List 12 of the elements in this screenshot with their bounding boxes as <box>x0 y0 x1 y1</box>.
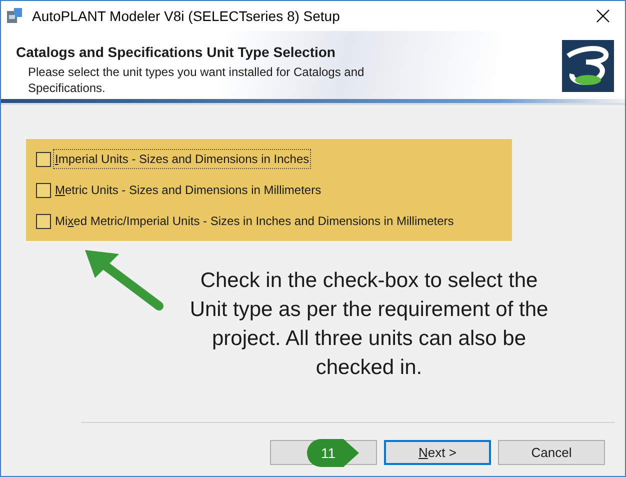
dialog-button[interactable]: Cancel <box>498 440 605 465</box>
close-icon <box>596 9 610 23</box>
unit-checkbox[interactable]: Imperial Units - Sizes and Dimensions in Inches <box>36 150 502 168</box>
logo-icon <box>562 40 614 92</box>
dialog-button[interactable]: Next > <box>384 440 491 465</box>
unit-checkbox[interactable]: Metric Units - Sizes and Dimensions in Millimeters <box>36 181 502 199</box>
installer-icon <box>6 7 24 25</box>
annotation-text: Check in the check-box to select the Unit type as per the requirement of the project. All three units can also be checked in. <box>188 268 550 381</box>
unit-checkbox[interactable]: Mixed Metric/Imperial Units - Sizes in Inches and Dimensions in Millimeters <box>36 212 502 230</box>
page-title: Catalogs and Specifications Unit Type Selection <box>16 43 336 62</box>
window-title: AutoPLANT Modeler V8i (SELECTseries 8) Setup <box>32 6 340 26</box>
page-subtitle: Please select the unit types you want installed for Catalogs and Specifications. <box>27 64 366 96</box>
